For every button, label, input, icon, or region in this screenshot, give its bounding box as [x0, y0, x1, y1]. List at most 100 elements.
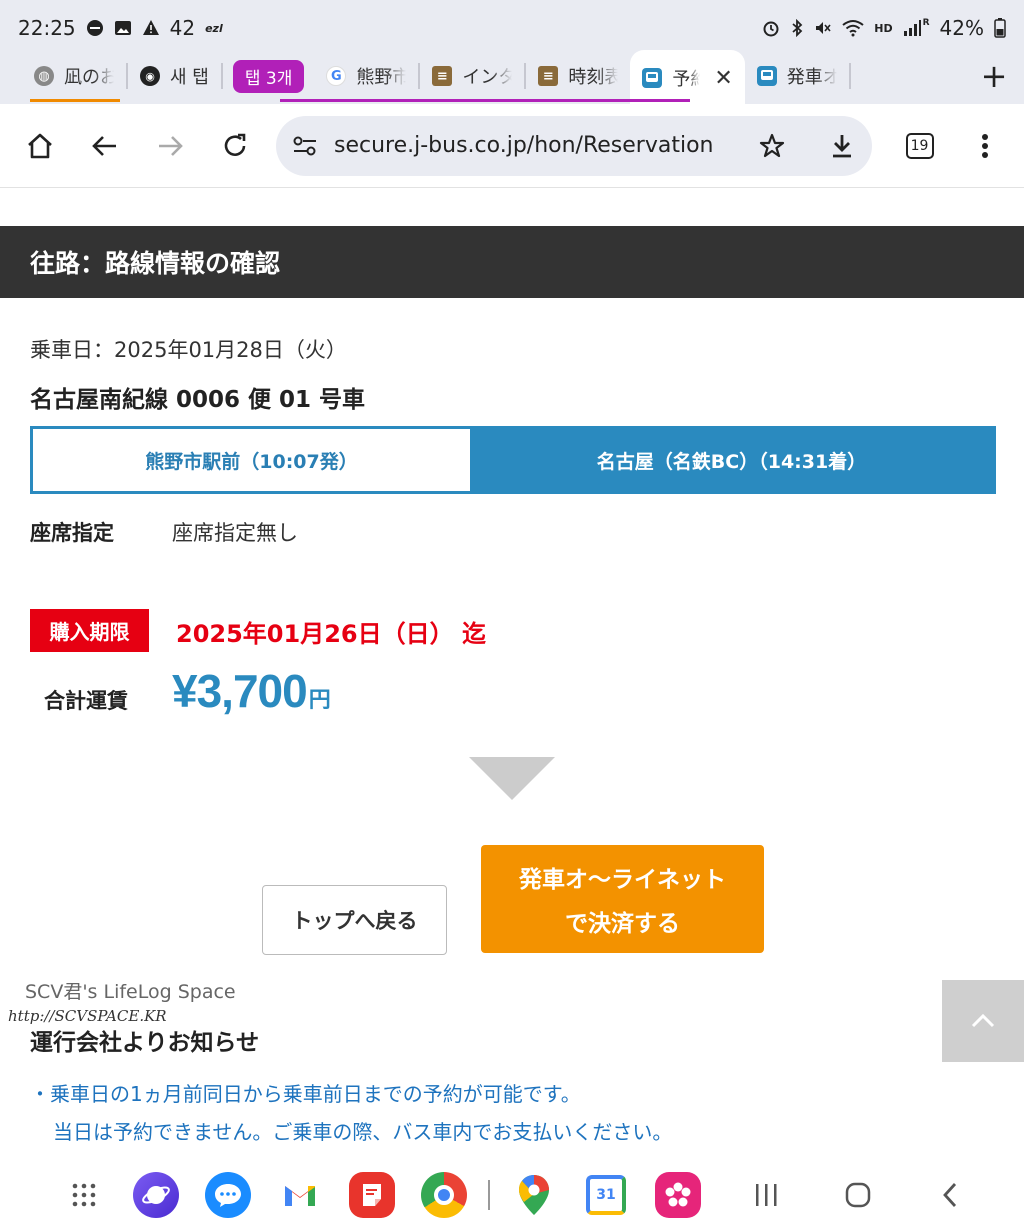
address-bar[interactable]: secure.j-bus.co.jp/hon/Reservation	[276, 115, 872, 176]
fare-unit: 円	[308, 687, 331, 712]
recent-apps-button[interactable]	[720, 1165, 812, 1225]
tab-label: 時刻表	[568, 67, 619, 88]
bookmark-star-icon	[759, 133, 785, 157]
calendar-app[interactable]: 31	[570, 1165, 642, 1225]
tab-kumano-search[interactable]: G 熊野市	[314, 50, 418, 102]
more-vert-icon	[981, 133, 988, 158]
status-right: HD R 42%	[762, 16, 1006, 40]
pay-button-line1: 発車オ〜ライネット	[519, 867, 726, 893]
notice-title: 運行会社よりお知らせ	[30, 1030, 260, 1056]
samsung-internet-app[interactable]	[120, 1165, 192, 1225]
arrival-stop: 名古屋（名鉄BC）（14:31着）	[470, 429, 993, 491]
bus-icon	[756, 66, 777, 86]
ezl-label: ezl	[205, 21, 223, 35]
chrome-icon: ◉	[140, 66, 160, 86]
notes-icon	[349, 1172, 395, 1218]
tab-count: 19	[905, 132, 934, 159]
back-nav-button[interactable]	[904, 1165, 996, 1225]
pay-button-line2: で決済する	[565, 911, 680, 937]
chevron-up-icon	[971, 1013, 995, 1028]
home-nav-button[interactable]	[812, 1165, 904, 1225]
do-not-disturb-icon	[86, 19, 104, 37]
tab-separator	[220, 63, 223, 89]
maps-icon	[519, 1175, 549, 1215]
tab-switcher-button[interactable]: 19	[894, 118, 945, 174]
tab-new-tab[interactable]: ◉ 새 탭	[128, 50, 221, 102]
battery-percent: 42%	[939, 16, 984, 40]
maps-app[interactable]	[498, 1165, 570, 1225]
chrome-icon	[421, 1172, 467, 1218]
tab-label: 새 탭	[170, 67, 209, 88]
gmail-app[interactable]	[264, 1165, 336, 1225]
bottom-dock: 31	[0, 1160, 1024, 1230]
arrow-right-icon	[158, 135, 183, 156]
tab-group-chip[interactable]: 탭 3개	[232, 59, 305, 93]
close-tab-icon[interactable]: ✕	[714, 66, 732, 91]
gmail-icon	[277, 1172, 323, 1218]
signal-icon	[903, 19, 921, 37]
chevron-left-icon	[943, 1183, 957, 1207]
messages-app[interactable]	[192, 1165, 264, 1225]
forward-button[interactable]	[144, 118, 195, 174]
stack-icon: ≡	[538, 66, 559, 86]
chrome-app[interactable]	[408, 1165, 480, 1225]
home-button[interactable]	[14, 118, 65, 174]
fare-value: ¥3,700	[172, 665, 308, 717]
back-to-top-button[interactable]: トップへ戻る	[262, 885, 447, 955]
browser-toolbar: secure.j-bus.co.jp/hon/Reservation 19	[0, 104, 1024, 188]
route-box: 熊野市駅前（10:07発） 名古屋（名鉄BC）（14:31着）	[30, 426, 996, 494]
tab-label: 発車オ	[786, 67, 837, 88]
recents-icon	[756, 1184, 777, 1206]
stack-icon: ≡	[432, 66, 453, 86]
bluetooth-icon	[790, 19, 804, 37]
url-text[interactable]: secure.j-bus.co.jp/hon/Reservation	[334, 133, 742, 158]
tab-label: 予約	[672, 69, 701, 90]
reload-icon	[224, 133, 245, 156]
down-arrow-icon	[469, 757, 555, 800]
gallery-icon	[655, 1172, 701, 1218]
gallery-app[interactable]	[642, 1165, 714, 1225]
home-circle-icon	[845, 1182, 871, 1208]
apps-grid-button[interactable]	[48, 1165, 120, 1225]
menu-button[interactable]	[959, 118, 1010, 174]
notice-line-1: ・乗車日の1ヵ月前同日から乗車前日までの予約が可能です。	[30, 1082, 581, 1106]
tab-separator	[848, 63, 851, 89]
tab-label: 凪のお	[64, 67, 114, 88]
download-icon	[833, 134, 851, 157]
ride-date: 乗車日：2025年01月28日（火）	[30, 338, 347, 362]
fare-amount: ¥3,700円	[172, 664, 331, 718]
tab-inter[interactable]: ≡ インタ	[420, 50, 524, 102]
scroll-to-top-button[interactable]	[942, 980, 1024, 1062]
section-header: 往路：路線情報の確認	[0, 226, 1024, 298]
seat-label: 座席指定	[30, 521, 114, 545]
mute-icon	[814, 19, 832, 37]
tab-group-underline	[280, 99, 690, 102]
messages-icon	[205, 1172, 251, 1218]
alarm-icon	[762, 19, 780, 37]
tab-loading-indicator	[30, 99, 120, 102]
tab-reservation-active[interactable]: 予約 ✕	[630, 50, 745, 106]
calendar-icon: 31	[586, 1175, 626, 1215]
samsung-internet-icon	[133, 1172, 179, 1218]
new-tab-button[interactable]: +	[964, 50, 1024, 102]
tab-label: 熊野市	[356, 67, 407, 88]
site-settings-icon	[293, 136, 316, 155]
roaming-label: R	[922, 18, 930, 28]
notes-app[interactable]	[336, 1165, 408, 1225]
notification-count: 42	[169, 16, 196, 40]
warning-icon	[142, 19, 160, 37]
seat-value: 座席指定無し	[172, 521, 298, 545]
tab-nagi[interactable]: ◍ 凪のお	[22, 50, 126, 102]
pay-online-button[interactable]: 発車オ〜ライネット で決済する	[481, 845, 764, 953]
tab-timetable[interactable]: ≡ 時刻表	[526, 50, 630, 102]
tab-hassha[interactable]: 発車オ	[745, 50, 849, 102]
globe-icon: ◍	[34, 66, 54, 86]
fare-label: 合計運賃	[44, 689, 128, 713]
reload-button[interactable]	[209, 118, 260, 174]
back-button[interactable]	[79, 118, 130, 174]
bus-icon	[642, 68, 663, 88]
tab-strip: ◍ 凪のお ◉ 새 탭 탭 3개 G 熊野市 ≡ インタ ≡ 時刻表 予約 ✕ …	[0, 48, 1024, 106]
battery-icon	[994, 18, 1006, 38]
google-icon: G	[326, 66, 347, 86]
home-icon	[27, 133, 52, 158]
